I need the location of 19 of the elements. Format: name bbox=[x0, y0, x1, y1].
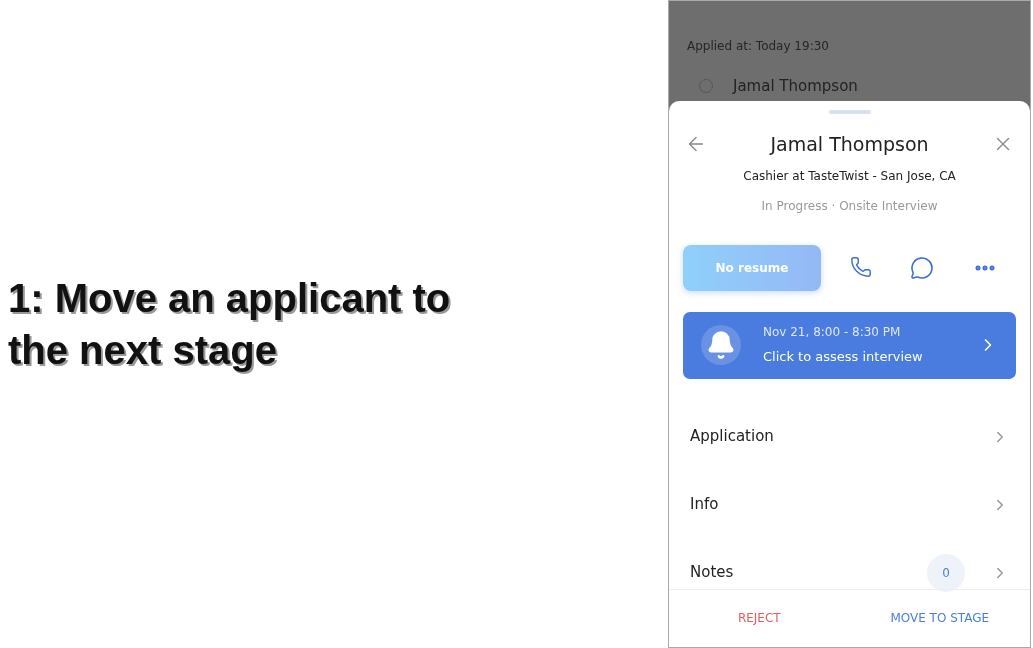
bell-icon bbox=[706, 330, 736, 360]
applied-at-text: Applied at: Today 19:30 bbox=[687, 38, 830, 55]
tutorial-caption: 1: Move an applicant to the next stage bbox=[8, 275, 452, 374]
section-label: Info bbox=[690, 494, 720, 516]
phone-icon[interactable] bbox=[850, 255, 873, 278]
chat-icon[interactable] bbox=[910, 255, 935, 280]
status-text: In Progress · Onsite Interview bbox=[760, 197, 939, 215]
section-row[interactable]: Application bbox=[669, 402, 1030, 471]
interview-time: Nov 21, 8:00 - 8:30 PM bbox=[763, 324, 902, 342]
interview-card[interactable]: Nov 21, 8:00 - 8:30 PM Click to assess interview bbox=[683, 311, 1016, 379]
section-label: Notes bbox=[690, 562, 735, 584]
section-label: Application bbox=[690, 426, 775, 448]
sheet-title: Jamal Thompson bbox=[770, 132, 929, 157]
section-row[interactable]: Info bbox=[669, 470, 1030, 539]
job-subtitle: Cashier at TasteTwist - San Jose, CA bbox=[742, 167, 957, 185]
notes-count: 0 bbox=[927, 553, 965, 592]
drag-handle[interactable] bbox=[828, 110, 871, 114]
applicant-name: Jamal Thompson bbox=[733, 76, 858, 97]
interview-action: Click to assess interview bbox=[763, 348, 924, 367]
